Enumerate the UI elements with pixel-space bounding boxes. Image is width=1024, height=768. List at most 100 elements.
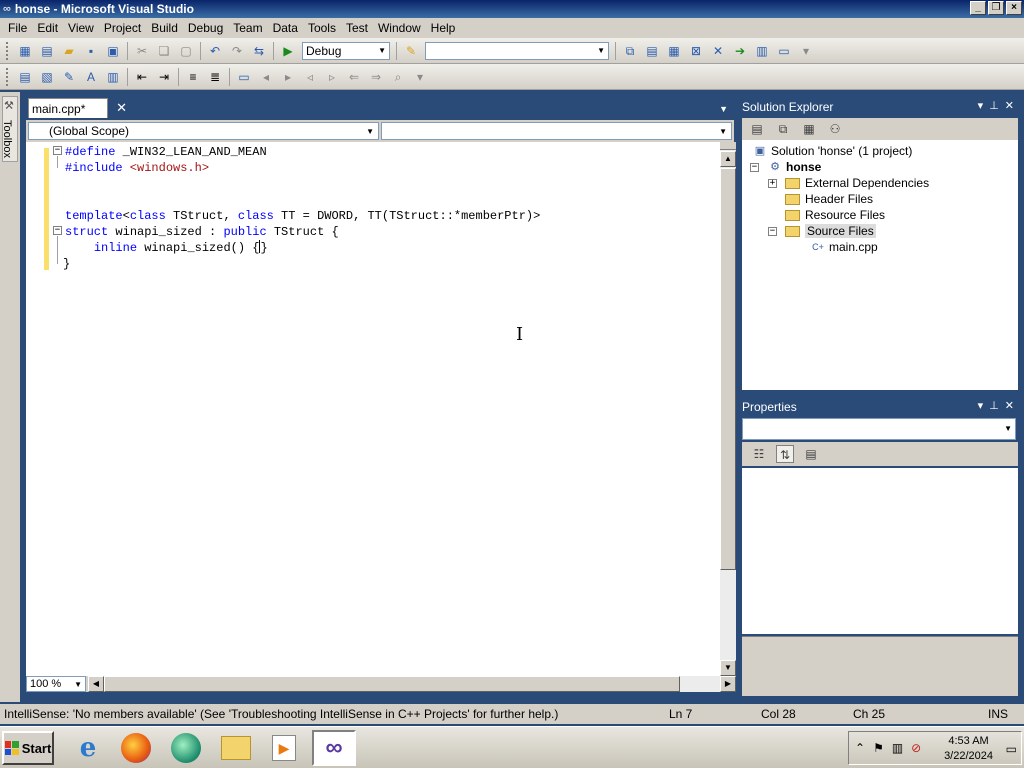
taskbar-firefox[interactable] [114, 730, 158, 766]
navigate-icon[interactable]: ⇆ [250, 42, 268, 60]
active-files-dropdown-icon[interactable]: ▼ [719, 104, 728, 114]
next-bookmark-doc-icon[interactable]: ⇒ [367, 68, 385, 86]
copy-icon[interactable]: ❏ [155, 42, 173, 60]
display-members-icon[interactable]: ▤ [16, 68, 34, 86]
tab-main-cpp[interactable]: main.cpp* ✕ [28, 98, 127, 118]
comment-icon[interactable]: ≡ [184, 68, 202, 86]
uncomment-icon[interactable]: ≣ [206, 68, 224, 86]
collapse-icon[interactable]: − [53, 146, 62, 155]
cut-icon[interactable]: ✂ [133, 42, 151, 60]
horizontal-scrollbar[interactable]: ◀ ▶ [88, 676, 736, 692]
properties-icon[interactable]: ▤ [748, 120, 766, 138]
tree-item-main-cpp[interactable]: C+ main.cpp [810, 239, 878, 255]
window-layout-icon[interactable]: ▭ [775, 42, 793, 60]
members-dropdown[interactable]: ▼ [381, 122, 732, 140]
scope-dropdown[interactable]: (Global Scope) ▼ [28, 122, 379, 140]
menu-data[interactable]: Data [268, 21, 303, 35]
show-hidden-icons-icon[interactable]: ⌃ [855, 741, 865, 755]
toggle-bookmark-icon[interactable]: ▭ [235, 68, 253, 86]
network-icon[interactable]: ▥ [892, 741, 903, 755]
categorized-icon[interactable]: ☷ [750, 445, 768, 463]
tools-icon[interactable]: ✕ [709, 42, 727, 60]
refresh-icon[interactable]: ▦ [800, 120, 818, 138]
solution-configuration-dropdown[interactable]: Debug ▼ [302, 41, 390, 60]
close-panel-icon[interactable]: ✕ [1005, 399, 1014, 412]
scroll-up-icon[interactable]: ▲ [720, 151, 736, 167]
collapse-icon[interactable]: − [750, 162, 759, 172]
parameter-info-icon[interactable]: ▧ [38, 68, 56, 86]
bookmark-list-icon[interactable]: ▥ [104, 68, 122, 86]
auto-hide-pin-icon[interactable]: ⊥ [989, 99, 999, 112]
menu-team[interactable]: Team [228, 21, 267, 35]
tree-item-external-dependencies[interactable]: + External Dependencies [768, 175, 929, 191]
collapse-icon[interactable]: − [768, 226, 777, 236]
start-button[interactable]: Start [2, 731, 54, 765]
properties-object-dropdown[interactable]: ▼ [742, 418, 1016, 440]
add-item-icon[interactable]: ▤ [38, 42, 56, 60]
vertical-scrollbar[interactable]: ▲ ▼ [720, 142, 736, 676]
import-export-icon[interactable]: ➔ [731, 42, 749, 60]
window-position-icon[interactable]: ▾ [978, 399, 984, 412]
menu-edit[interactable]: Edit [32, 21, 63, 35]
menu-project[interactable]: Project [99, 21, 146, 35]
solution-explorer-icon[interactable]: ⧉ [621, 42, 639, 60]
menu-file[interactable]: File [3, 21, 32, 35]
find-in-files-icon[interactable]: ✎ [402, 42, 420, 60]
horizontal-scroll-thumb[interactable] [104, 676, 680, 692]
menu-test[interactable]: Test [341, 21, 373, 35]
next-bookmark-icon[interactable]: ▸ [279, 68, 297, 86]
volume-muted-icon[interactable]: ⊘ [911, 741, 921, 755]
scroll-left-icon[interactable]: ◀ [88, 676, 104, 692]
scroll-down-icon[interactable]: ▼ [720, 660, 736, 676]
minimize-button[interactable]: _ [970, 1, 986, 15]
taskbar-internet-explorer[interactable]: e [66, 730, 110, 766]
redo-icon[interactable]: ↷ [228, 42, 246, 60]
decrease-indent-icon[interactable]: ⇤ [133, 68, 151, 86]
undo-icon[interactable]: ↶ [206, 42, 224, 60]
clock[interactable]: 4:53 AM 3/22/2024 [944, 734, 993, 764]
restore-button[interactable]: ❐ [988, 1, 1004, 15]
auto-hide-pin-icon[interactable]: ⊥ [989, 399, 999, 412]
server-explorer-icon[interactable]: ▥ [753, 42, 771, 60]
new-project-icon[interactable]: ▦ [16, 42, 34, 60]
next-bookmark-folder-icon[interactable]: ▹ [323, 68, 341, 86]
collapse-icon[interactable]: − [53, 226, 62, 235]
find-combo[interactable]: ▼ [425, 41, 609, 60]
menu-build[interactable]: Build [146, 21, 183, 35]
previous-bookmark-folder-icon[interactable]: ◃ [301, 68, 319, 86]
taskbar-messenger[interactable] [164, 730, 208, 766]
save-icon[interactable]: ▪ [82, 42, 100, 60]
previous-bookmark-icon[interactable]: ◂ [257, 68, 275, 86]
split-handle[interactable] [720, 142, 736, 150]
scroll-thumb[interactable] [720, 168, 736, 570]
zoom-dropdown[interactable]: 100 % ▼ [26, 676, 86, 692]
class-diagram-icon[interactable]: ⚇ [826, 120, 844, 138]
tree-item-resource-files[interactable]: Resource Files [785, 207, 885, 223]
quick-info-icon[interactable]: ✎ [60, 68, 78, 86]
class-view-icon[interactable]: ⊠ [687, 42, 705, 60]
complete-word-icon[interactable]: A [82, 68, 100, 86]
close-panel-icon[interactable]: ✕ [1005, 99, 1014, 112]
close-button[interactable]: × [1006, 1, 1022, 15]
close-tab-icon[interactable]: ✕ [116, 100, 127, 116]
toolbar-grip[interactable] [6, 41, 10, 60]
flag-icon[interactable]: ⚑ [873, 741, 884, 755]
toolbar-grip[interactable] [6, 67, 10, 86]
paste-icon[interactable]: ▢ [177, 42, 195, 60]
menu-debug[interactable]: Debug [183, 21, 228, 35]
screen-icon[interactable]: ▭ [1006, 742, 1017, 756]
open-file-icon[interactable]: ▰ [60, 42, 78, 60]
taskbar-media-player[interactable]: ▶ [262, 730, 306, 766]
tree-item-project[interactable]: − ⚙ honse [750, 159, 821, 175]
menu-help[interactable]: Help [426, 21, 461, 35]
toolbar-options-icon[interactable]: ▾ [797, 42, 815, 60]
tree-item-solution[interactable]: ▣ Solution 'honse' (1 project) [752, 143, 913, 159]
code-editor[interactable]: − − #define _WIN32_LEAN_AND_MEAN #includ… [26, 142, 720, 676]
show-all-files-icon[interactable]: ⧉ [774, 120, 792, 138]
menu-window[interactable]: Window [373, 21, 426, 35]
toolbar-options-icon[interactable]: ▾ [411, 68, 429, 86]
object-browser-icon[interactable]: ▦ [665, 42, 683, 60]
save-all-icon[interactable]: ▣ [104, 42, 122, 60]
tree-item-source-files[interactable]: − Source Files [768, 223, 876, 239]
toolbox-tab[interactable]: ⚒ Toolbox [1, 96, 18, 162]
